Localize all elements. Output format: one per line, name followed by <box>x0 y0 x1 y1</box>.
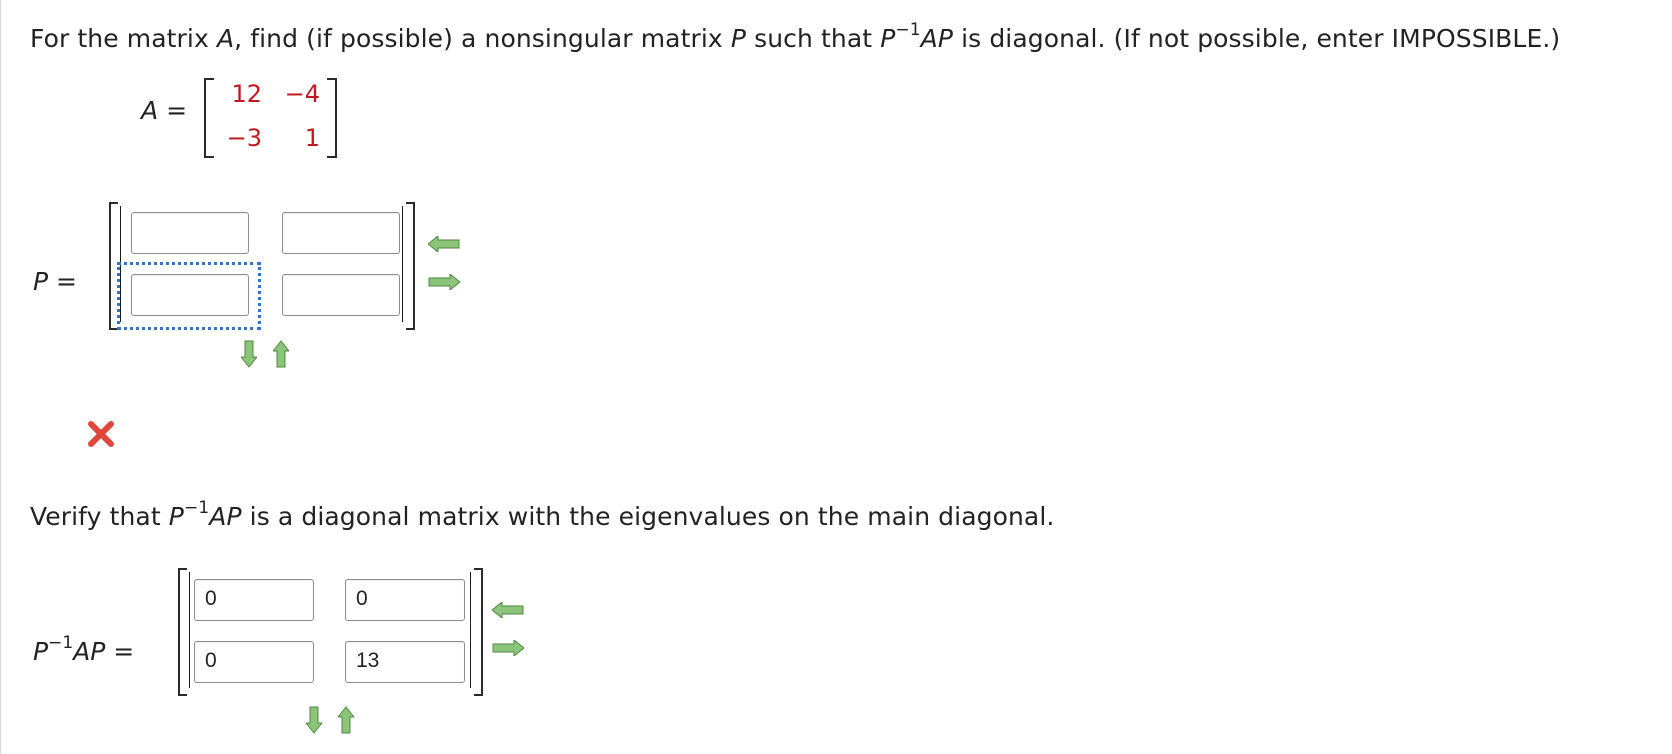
question-superscript: −1 <box>895 20 921 40</box>
matrix-d-input-r2c2[interactable]: 13 <box>345 641 465 683</box>
matrix-a-label: A = <box>141 96 187 125</box>
matrix-a-symbol: A <box>141 96 159 125</box>
arrow-down-icon[interactable] <box>306 706 322 734</box>
matrix-d-superscript: −1 <box>48 633 74 653</box>
verify-superscript: −1 <box>183 498 210 518</box>
matrix-d-input-r1c1[interactable]: 0 <box>194 579 314 621</box>
matrix-a-equals: = <box>166 96 188 125</box>
question-text: For the matrix A, find (if possible) a n… <box>30 22 1561 54</box>
question-prefix: For the matrix <box>30 24 217 53</box>
matrix-a-r2c1: −3 <box>226 124 262 152</box>
arrow-left-icon[interactable] <box>492 602 524 618</box>
question-ap: AP <box>920 24 954 53</box>
matrix-p-input-r2c1[interactable] <box>131 274 249 316</box>
question-matrix-a: A <box>216 24 235 53</box>
matrix-d-ap: AP <box>73 637 106 666</box>
matrix-d-left-inner-edge <box>189 572 190 688</box>
question-mid2: such that <box>746 24 881 53</box>
matrix-d-label: P−1AP = <box>33 635 135 667</box>
question-mid1: , find (if possible) a nonsingular matri… <box>234 24 731 53</box>
matrix-a-left-bracket <box>204 78 214 158</box>
matrix-a-r1c1: 12 <box>231 80 262 108</box>
matrix-d-input-r1c2[interactable]: 0 <box>345 579 465 621</box>
question-matrix-p: P <box>730 24 747 53</box>
matrix-a-right-bracket <box>327 78 337 158</box>
incorrect-x-icon <box>88 421 114 447</box>
verify-p: P <box>168 502 184 531</box>
matrix-d-p: P <box>33 637 49 666</box>
matrix-p-equals: = <box>56 267 77 296</box>
matrix-d-right-bracket <box>474 568 483 696</box>
frame-border <box>0 0 1 754</box>
arrow-up-icon[interactable] <box>338 706 354 734</box>
matrix-p-label: P = <box>33 267 77 296</box>
matrix-p-input-r1c1[interactable] <box>131 212 249 254</box>
question-p-inverse: P <box>880 24 896 53</box>
verify-text: Verify that P−1AP is a diagonal matrix w… <box>30 500 1055 532</box>
matrix-a-r2c2: 1 <box>304 124 320 152</box>
matrix-p-right-bracket <box>406 202 415 330</box>
arrow-up-icon[interactable] <box>273 340 289 368</box>
arrow-left-icon[interactable] <box>428 236 460 252</box>
matrix-p-right-inner-edge <box>402 206 403 322</box>
matrix-d-right-inner-edge <box>470 572 471 688</box>
arrow-down-icon[interactable] <box>241 340 257 368</box>
matrix-p-input-r1c2[interactable] <box>282 212 400 254</box>
matrix-p-input-r2c2[interactable] <box>282 274 400 316</box>
verify-prefix: Verify that <box>30 502 169 531</box>
matrix-d-equals: = <box>113 637 135 666</box>
verify-suffix: is a diagonal matrix with the eigenvalue… <box>241 502 1055 531</box>
matrix-d-left-bracket <box>178 568 187 696</box>
matrix-d-input-r2c1[interactable]: 0 <box>194 641 314 683</box>
question-suffix: is diagonal. (If not possible, enter IMP… <box>953 24 1561 53</box>
matrix-p-symbol: P <box>33 267 49 296</box>
arrow-right-icon[interactable] <box>428 274 460 290</box>
arrow-right-icon[interactable] <box>492 640 524 656</box>
verify-ap: AP <box>209 502 242 531</box>
matrix-a-r1c2: −4 <box>284 80 320 108</box>
